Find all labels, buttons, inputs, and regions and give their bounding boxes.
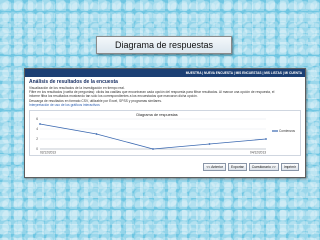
line-chart: Diagrama de respuestas 0 2 4 6 02/12/2013 04/1…	[36, 113, 295, 155]
main-content: Análisis de resultados de la encuesta Vi…	[25, 77, 305, 157]
previous-button[interactable]: << Anterior	[203, 163, 226, 171]
data-point	[39, 123, 41, 125]
questionnaire-button[interactable]: Cuestionario >>	[248, 163, 279, 171]
y-tick-label: 0	[36, 147, 38, 151]
data-point	[208, 143, 211, 145]
help-link[interactable]: Interpretación de uso de los gráficos in…	[29, 103, 301, 107]
data-point	[152, 148, 154, 150]
data-point	[265, 138, 267, 140]
export-button[interactable]: Exportar	[227, 163, 247, 171]
y-tick-label: 2	[36, 137, 38, 141]
top-navigation: MUESTRA | NUEVA ENCUESTA | MIS ENCUESTAS…	[25, 69, 305, 77]
app-screenshot: MUESTRA | NUEVA ENCUESTA | MIS ENCUESTAS…	[24, 68, 306, 178]
chart-controls: << Anterior Exportar Cuestionario >> Imp…	[203, 163, 299, 171]
series-line	[39, 123, 267, 150]
chart-panel: Diagrama de respuestas 0 2 4 6 02/12/2013 04/1…	[29, 110, 301, 157]
chart-title: Diagrama de respuestas	[136, 113, 177, 117]
print-button[interactable]: Imprimir	[280, 163, 299, 171]
page-heading: Análisis de resultados de la encuesta	[29, 79, 118, 85]
legend-label: Comienzos	[279, 129, 295, 133]
slide-title: Diagrama de respuestas	[96, 36, 232, 54]
y-tick-label: 4	[36, 127, 38, 131]
x-tick-label: 04/12/2013	[250, 151, 266, 155]
y-tick-label: 6	[36, 117, 38, 121]
nav-menu[interactable]: MUESTRA | NUEVA ENCUESTA | MIS ENCUESTAS…	[186, 71, 302, 75]
x-tick-label: 02/12/2013	[40, 151, 56, 155]
data-point	[95, 133, 98, 135]
